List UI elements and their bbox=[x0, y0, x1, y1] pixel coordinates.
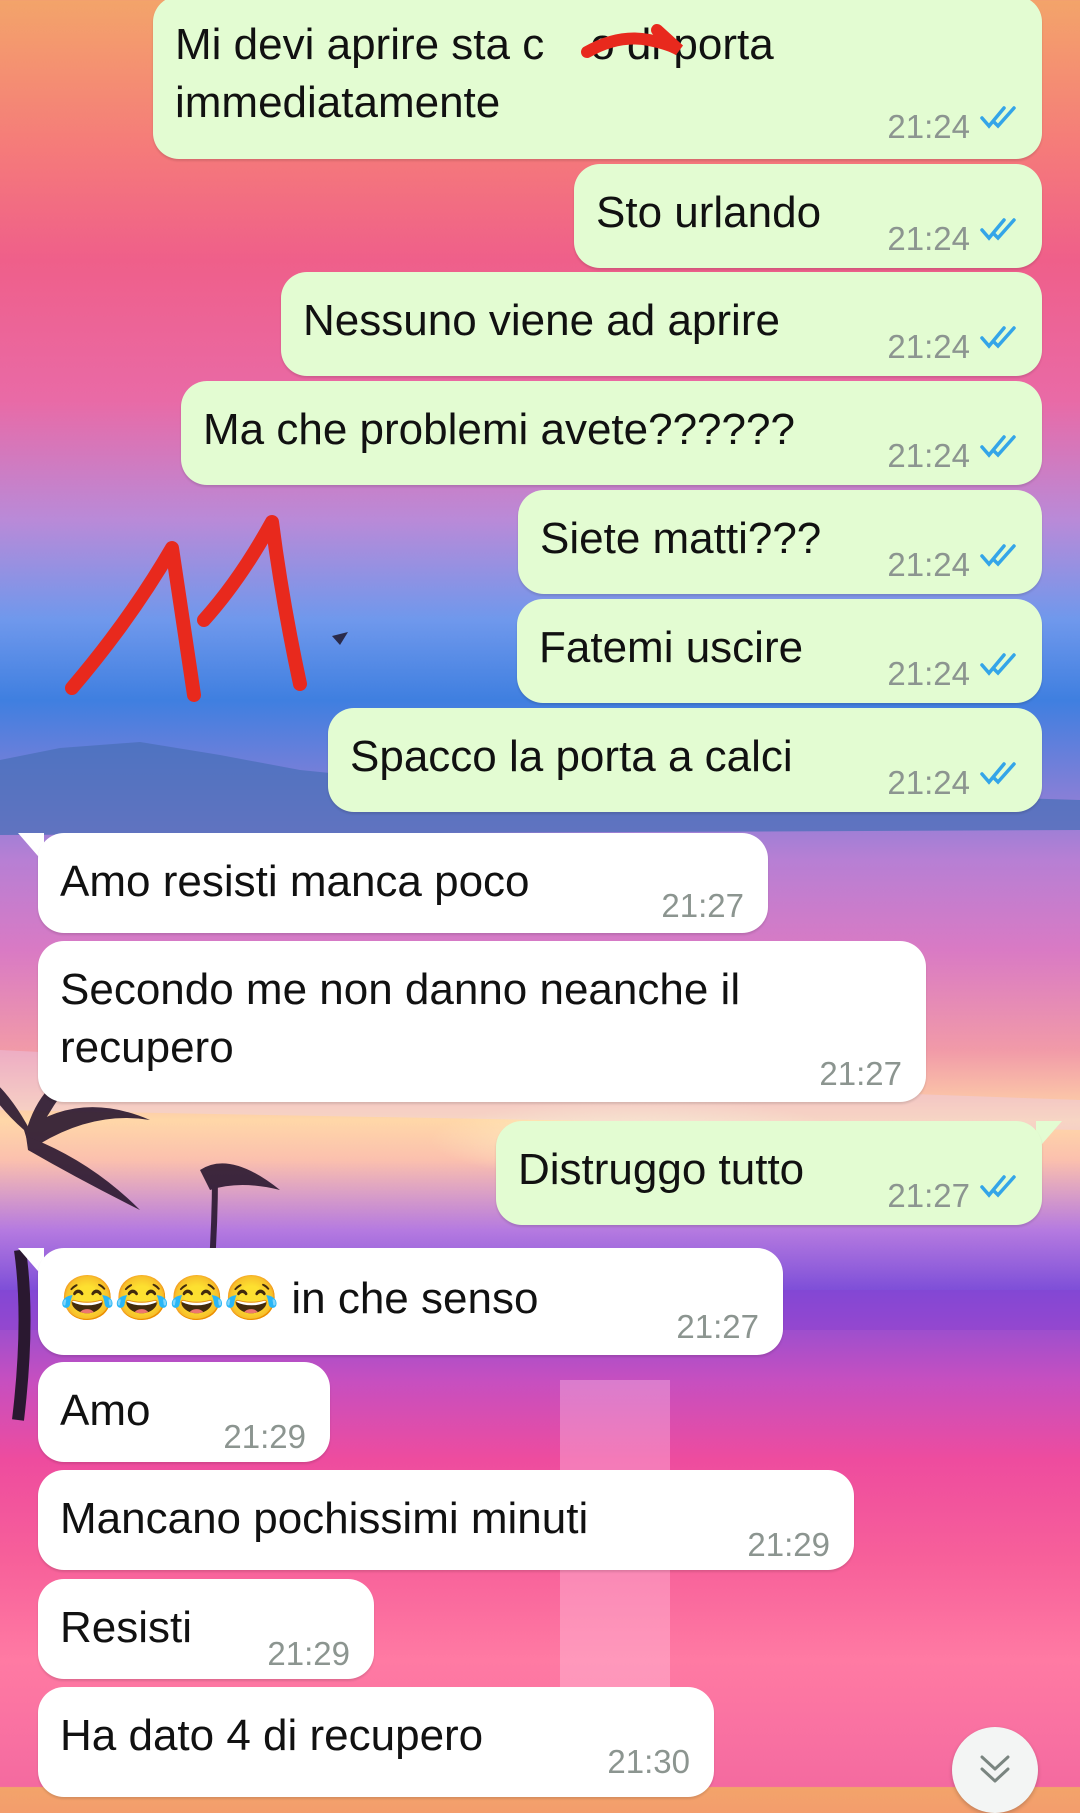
message-text: 😂😂😂😂 in che senso bbox=[60, 1274, 539, 1323]
message-text: Distruggo tutto bbox=[518, 1145, 805, 1194]
message-text: recupero bbox=[60, 1023, 234, 1072]
message-bubble-incoming[interactable]: Amo 21:29 bbox=[38, 1362, 330, 1462]
message-time: 21:27 bbox=[887, 1177, 970, 1214]
double-check-icon bbox=[980, 544, 1016, 567]
message-bubble-outgoing[interactable]: Distruggo tutto 21:27 bbox=[496, 1121, 1042, 1225]
message-bubble-outgoing[interactable]: Siete matti??? 21:24 bbox=[518, 490, 1042, 594]
message-time: 21:24 bbox=[887, 437, 970, 474]
message-text: Nessuno viene ad aprire bbox=[303, 296, 780, 345]
message-text: Resisti bbox=[60, 1603, 193, 1652]
message-time: 21:27 bbox=[676, 1308, 759, 1345]
message-bubble-incoming[interactable]: 😂😂😂😂 in che senso 21:27 bbox=[38, 1248, 783, 1355]
message-time: 21:24 bbox=[887, 328, 970, 365]
message-time: 21:24 bbox=[887, 546, 970, 583]
double-check-icon bbox=[980, 326, 1016, 349]
double-check-icon bbox=[980, 762, 1016, 785]
double-check-icon bbox=[980, 106, 1016, 129]
message-bubble-outgoing[interactable]: Fatemi uscire 21:24 bbox=[517, 599, 1042, 703]
message-time: 21:29 bbox=[223, 1418, 306, 1455]
message-text: Mancano pochissimi minuti bbox=[60, 1494, 589, 1543]
message-bubble-outgoing[interactable]: Nessuno viene ad aprire 21:24 bbox=[281, 272, 1042, 376]
message-bubble-outgoing[interactable]: Sto urlando 21:24 bbox=[574, 164, 1042, 268]
message-text: Siete matti??? bbox=[540, 514, 822, 563]
scroll-to-bottom-button[interactable] bbox=[952, 1727, 1038, 1813]
double-chevron-down-icon bbox=[980, 1755, 1010, 1783]
message-time: 21:24 bbox=[887, 764, 970, 801]
message-time: 21:29 bbox=[267, 1635, 350, 1672]
message-time: 21:30 bbox=[607, 1743, 690, 1780]
message-bubble-outgoing[interactable]: Mi devi aprire sta co di porta immediata… bbox=[153, 0, 1042, 159]
message-text: Sto urlando bbox=[596, 188, 822, 237]
double-check-icon bbox=[980, 435, 1016, 458]
message-text: Secondo me non danno neanche il bbox=[60, 965, 741, 1014]
double-check-icon bbox=[980, 653, 1016, 676]
scribble-redaction bbox=[581, 24, 684, 58]
message-time: 21:27 bbox=[661, 887, 744, 924]
message-bubble-outgoing[interactable]: Spacco la porta a calci 21:24 bbox=[328, 708, 1042, 812]
message-text: Ma che problemi avete?????? bbox=[203, 405, 795, 454]
message-bubble-incoming[interactable]: Mancano pochissimi minuti 21:29 bbox=[38, 1470, 854, 1570]
message-text: Amo bbox=[60, 1386, 151, 1435]
message-bubble-outgoing[interactable]: Ma che problemi avete?????? 21:24 bbox=[181, 381, 1042, 485]
message-text: Fatemi uscire bbox=[539, 623, 804, 672]
double-check-icon bbox=[980, 218, 1016, 241]
message-time: 21:29 bbox=[747, 1526, 830, 1563]
message-text: Spacco la porta a calci bbox=[350, 732, 793, 781]
message-time: 21:27 bbox=[819, 1055, 902, 1092]
message-text: Ha dato 4 di recupero bbox=[60, 1711, 484, 1760]
double-check-icon bbox=[980, 1175, 1016, 1198]
message-time: 21:24 bbox=[887, 108, 970, 145]
message-bubble-incoming[interactable]: Resisti 21:29 bbox=[38, 1579, 374, 1679]
message-bubble-incoming[interactable]: Secondo me non danno neanche il recupero… bbox=[38, 941, 926, 1102]
message-bubble-incoming[interactable]: Amo resisti manca poco 21:27 bbox=[38, 833, 768, 933]
message-time: 21:24 bbox=[887, 655, 970, 692]
message-bubble-incoming[interactable]: Ha dato 4 di recupero 21:30 bbox=[38, 1687, 714, 1797]
message-text: immediatamente bbox=[175, 78, 501, 127]
message-text: Amo resisti manca poco bbox=[60, 857, 530, 906]
message-time: 21:24 bbox=[887, 220, 970, 257]
